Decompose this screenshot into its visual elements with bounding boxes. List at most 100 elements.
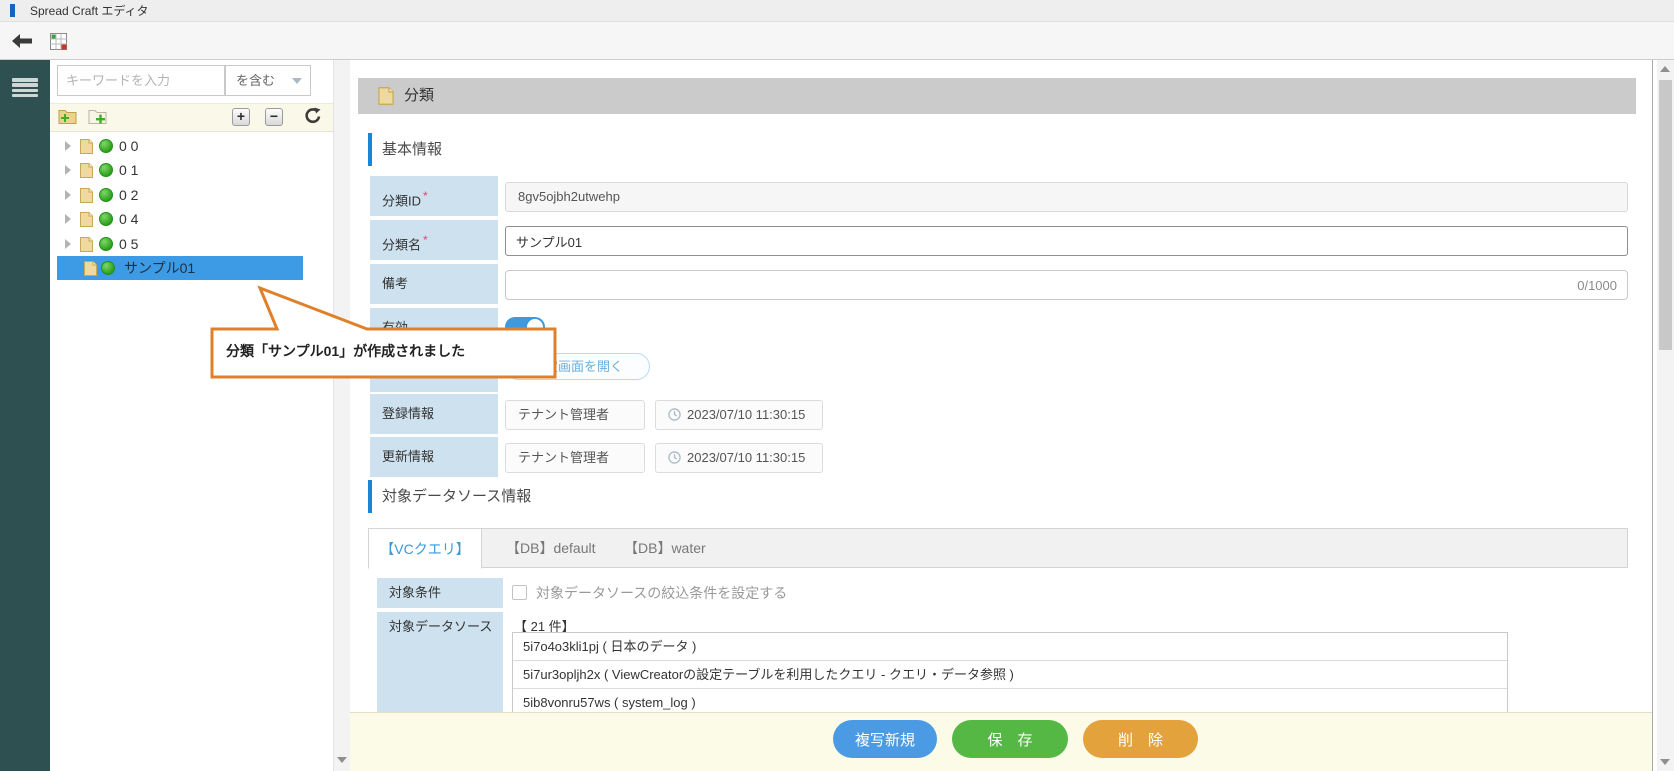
- status-dot-icon: [101, 261, 115, 275]
- callout-balloon: [210, 285, 557, 379]
- callout-message: 分類「サンプル01」が作成されました: [226, 343, 466, 359]
- remarks-field: 0/1000: [505, 270, 1628, 300]
- required-mark: *: [423, 233, 428, 247]
- category-icon: [80, 212, 93, 227]
- main-panel: 分類 基本情報 分類ID* 8gv5ojbh2utwehp 分類名* 備考 0/…: [350, 60, 1652, 771]
- status-dot-icon: [99, 188, 113, 202]
- tree-item[interactable]: 0 4: [50, 207, 333, 231]
- scroll-up-icon[interactable]: [1660, 66, 1670, 72]
- tree-panel: を含む + − 0 0: [50, 60, 333, 771]
- datasource-tabs: 【VCクエリ】 【DB】default 【DB】water: [368, 528, 1628, 569]
- tree-item[interactable]: 0 1: [50, 158, 333, 182]
- field-label-created: 登録情報: [370, 394, 498, 434]
- field-label-id: 分類ID *: [370, 176, 498, 216]
- expand-arrow-icon[interactable]: [65, 214, 71, 224]
- match-mode-value: を含む: [236, 73, 276, 88]
- status-dot-icon: [99, 139, 113, 153]
- category-icon: [80, 139, 93, 154]
- expand-all-button[interactable]: +: [232, 108, 250, 126]
- tab-db-default[interactable]: 【DB】default: [506, 529, 595, 567]
- status-dot-icon: [99, 163, 113, 177]
- delete-button[interactable]: 削 除: [1083, 720, 1198, 758]
- field-label-text: 対象条件: [389, 585, 442, 600]
- field-label-text: 分類ID: [382, 193, 422, 209]
- collapse-all-button[interactable]: −: [265, 108, 283, 126]
- datasource-section-title: 対象データソース情報: [382, 488, 532, 505]
- app-window: Spread Craft エディタ を含む: [0, 0, 1674, 771]
- char-counter: 0/1000: [1577, 277, 1617, 293]
- remarks-input[interactable]: [506, 277, 1578, 293]
- status-dot-icon: [99, 212, 113, 226]
- scroll-down-icon[interactable]: [337, 757, 347, 763]
- updated-user-field: テナント管理者: [505, 443, 645, 473]
- spreadsheet-icon[interactable]: [50, 33, 67, 50]
- condition-label: 対象条件: [377, 578, 503, 608]
- tree-item-label: 0 1: [119, 162, 139, 178]
- chevron-down-icon: [292, 78, 302, 84]
- field-label-text: 分類名: [382, 237, 422, 253]
- tree-item[interactable]: 0 5: [50, 232, 333, 256]
- tab-db-water[interactable]: 【DB】water: [624, 529, 706, 567]
- expand-arrow-icon[interactable]: [65, 141, 71, 151]
- tab-vc-query[interactable]: 【VCクエリ】: [368, 528, 482, 569]
- action-footer: 複写新規 保 存 削 除: [350, 712, 1652, 771]
- match-mode-select[interactable]: を含む: [225, 65, 311, 96]
- tree-item-label: 0 4: [119, 211, 139, 227]
- save-button[interactable]: 保 存: [952, 720, 1068, 758]
- condition-checkbox-label: 対象データソースの絞込条件を設定する: [536, 585, 788, 601]
- tree-item[interactable]: 0 2: [50, 183, 333, 207]
- back-icon[interactable]: [12, 34, 32, 48]
- condition-checkbox[interactable]: [512, 585, 527, 600]
- tree-item[interactable]: 0 0: [50, 134, 333, 158]
- expand-arrow-icon[interactable]: [65, 190, 71, 200]
- category-icon: [84, 261, 97, 276]
- refresh-icon[interactable]: [304, 107, 321, 125]
- page-title: 分類: [404, 87, 435, 104]
- tree-item-selected[interactable]: サンプル01: [57, 256, 303, 280]
- add-child-folder-icon[interactable]: [88, 107, 107, 125]
- expand-arrow-icon[interactable]: [65, 239, 71, 249]
- datasource-list-item[interactable]: 5i7ur3opljh2x ( ViewCreatorの設定テーブルを利用したク…: [513, 661, 1507, 689]
- scroll-down-icon[interactable]: [1660, 759, 1670, 765]
- datasource-list-item[interactable]: 5i7o4o3kli1pj ( 日本のデータ ): [513, 633, 1507, 661]
- title-bar: Spread Craft エディタ: [0, 0, 1674, 22]
- updated-at-field: 2023/07/10 11:30:15: [655, 443, 823, 473]
- status-dot-icon: [99, 237, 113, 251]
- field-label-text: 登録情報: [382, 406, 435, 421]
- updated-at-value: 2023/07/10 11:30:15: [687, 450, 806, 465]
- main-scrollbar[interactable]: [1657, 60, 1674, 771]
- category-icon: [378, 87, 394, 105]
- copy-new-button[interactable]: 複写新規: [833, 720, 937, 758]
- category-icon: [80, 237, 93, 252]
- field-label-updated: 更新情報: [370, 437, 498, 477]
- tree-scrollbar[interactable]: [333, 60, 350, 771]
- clock-icon: [668, 408, 681, 421]
- field-label-text: 更新情報: [382, 449, 435, 464]
- menu-icon[interactable]: [12, 78, 38, 101]
- tree-item-label: 0 5: [119, 236, 139, 252]
- category-id-field: 8gv5ojbh2utwehp: [505, 182, 1628, 212]
- side-rail: [0, 60, 50, 771]
- tree-item-label: 0 0: [119, 138, 139, 154]
- datasource-list-label: 対象データソース: [377, 612, 503, 712]
- required-mark: *: [423, 189, 428, 203]
- section-accent-bar: [368, 133, 372, 166]
- created-user-field: テナント管理者: [505, 400, 645, 430]
- page-header: 分類: [358, 78, 1636, 114]
- expand-arrow-icon[interactable]: [65, 165, 71, 175]
- section-accent-bar: [368, 480, 372, 513]
- basic-section-title: 基本情報: [382, 141, 443, 158]
- clock-icon: [668, 451, 681, 464]
- top-toolbar: [0, 22, 1674, 60]
- category-icon: [80, 163, 93, 178]
- category-name-input[interactable]: [505, 226, 1628, 256]
- scrollbar-thumb[interactable]: [1659, 80, 1672, 350]
- field-label-name: 分類名 *: [370, 220, 498, 260]
- created-at-field: 2023/07/10 11:30:15: [655, 400, 823, 430]
- add-folder-icon[interactable]: [58, 107, 77, 125]
- datasource-list: 5i7o4o3kli1pj ( 日本のデータ ) 5i7ur3opljh2x (…: [512, 632, 1508, 716]
- field-label-text: 対象データソース: [389, 619, 493, 634]
- search-input[interactable]: [57, 65, 225, 96]
- category-icon: [80, 188, 93, 203]
- tree-item-label: サンプル01: [124, 260, 196, 276]
